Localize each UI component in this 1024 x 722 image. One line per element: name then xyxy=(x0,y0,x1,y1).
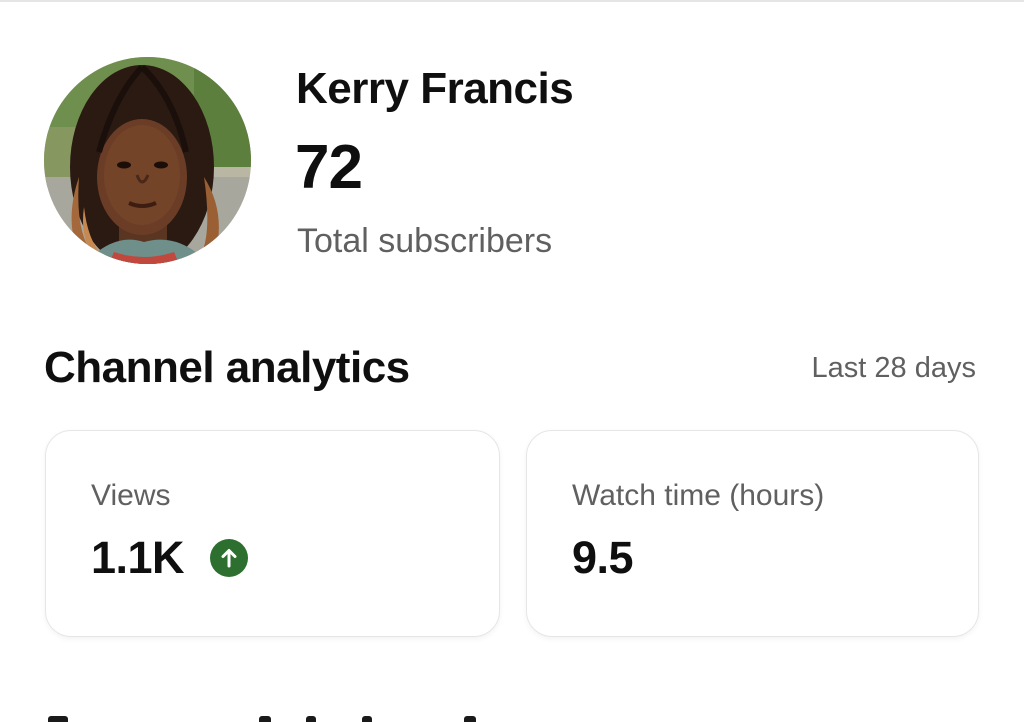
cropped-glyph xyxy=(48,716,68,722)
period-label: Last 28 days xyxy=(811,352,976,384)
views-value-row: 1.1K xyxy=(91,531,249,585)
watch-time-card[interactable]: Watch time (hours) 9.5 xyxy=(526,430,979,637)
channel-dashboard: Kerry Francis 72 Total subscribers Chann… xyxy=(0,0,1024,722)
watch-time-value-row: 9.5 xyxy=(572,531,634,585)
arrow-up-circle-icon xyxy=(210,539,249,577)
subscriber-label: Total subscribers xyxy=(297,222,553,260)
watch-time-value: 9.5 xyxy=(572,532,634,583)
views-value: 1.1K xyxy=(91,532,185,583)
next-section-title-cropped xyxy=(44,708,514,722)
cropped-glyph xyxy=(259,716,271,722)
channel-avatar[interactable] xyxy=(44,57,251,264)
cropped-glyph xyxy=(306,716,316,722)
subscriber-count: 72 xyxy=(295,133,363,202)
avatar-photo xyxy=(44,57,251,264)
channel-name: Kerry Francis xyxy=(296,64,574,113)
views-label: Views xyxy=(91,479,171,512)
watch-time-label: Watch time (hours) xyxy=(572,479,825,512)
cropped-glyph xyxy=(464,716,476,722)
channel-analytics-title: Channel analytics xyxy=(44,343,410,392)
top-divider xyxy=(0,0,1024,2)
cropped-glyph xyxy=(362,716,372,722)
views-card[interactable]: Views 1.1K xyxy=(45,430,500,637)
